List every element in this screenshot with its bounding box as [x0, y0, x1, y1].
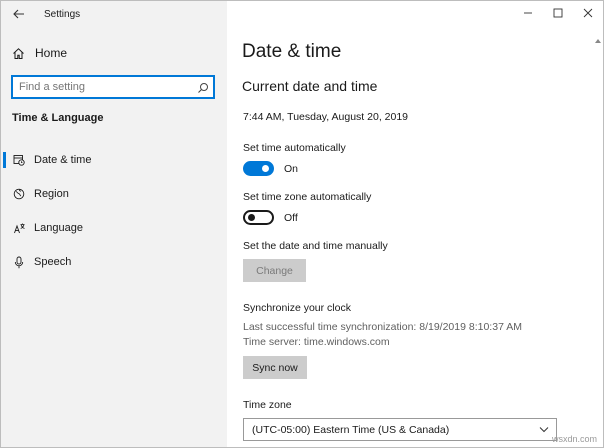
page-title: Date & time	[242, 41, 342, 62]
section-subheading: Current date and time	[242, 78, 378, 94]
settings-window: Settings Home Time & Language	[0, 0, 604, 448]
time-server-text: Time server: time.windows.com	[243, 336, 390, 348]
sidebar-item-label: Speech	[34, 256, 72, 268]
sidebar-item-region[interactable]: Region	[1, 182, 227, 206]
minimize-button[interactable]	[513, 1, 543, 25]
toggle-knob	[262, 165, 269, 172]
minimize-icon	[524, 12, 532, 14]
back-button[interactable]	[9, 5, 29, 23]
window-controls	[513, 1, 603, 27]
close-icon	[583, 8, 593, 18]
scroll-up-arrow[interactable]	[595, 39, 601, 43]
set-timezone-auto-row: Off	[243, 210, 298, 225]
sidebar-item-label: Date & time	[34, 154, 92, 166]
search-icon[interactable]	[197, 81, 209, 99]
set-time-auto-label: Set time automatically	[243, 142, 346, 154]
globe-icon	[12, 187, 26, 201]
language-icon	[12, 221, 26, 235]
sync-now-button[interactable]: Sync now	[243, 356, 307, 379]
toggle-knob	[248, 214, 255, 221]
set-timezone-auto-toggle[interactable]	[243, 210, 274, 225]
last-sync-text: Last successful time synchronization: 8/…	[243, 321, 522, 333]
app-title: Settings	[44, 9, 81, 20]
watermark: wsxdn.com	[551, 434, 597, 444]
change-button[interactable]: Change	[243, 259, 306, 282]
sync-heading: Synchronize your clock	[243, 302, 351, 314]
set-timezone-auto-label: Set time zone automatically	[243, 191, 372, 203]
sidebar-item-label: Region	[34, 188, 69, 200]
time-zone-label: Time zone	[243, 399, 292, 411]
maximize-icon	[553, 8, 563, 18]
sidebar-item-label: Language	[34, 222, 83, 234]
set-time-auto-toggle[interactable]	[243, 161, 274, 176]
set-time-auto-row: On	[243, 161, 298, 176]
toggle-state-label: Off	[284, 211, 298, 224]
main-content: Date & time Current date and time 7:44 A…	[227, 1, 603, 447]
sidebar-item-date-time[interactable]: Date & time	[1, 148, 227, 172]
title-bar: Settings	[1, 1, 227, 29]
sidebar: Settings Home Time & Language	[1, 1, 227, 447]
current-datetime: 7:44 AM, Tuesday, August 20, 2019	[243, 111, 409, 123]
close-button[interactable]	[573, 1, 603, 25]
sidebar-item-home[interactable]: Home	[11, 43, 67, 63]
date-time-icon	[12, 153, 26, 167]
sidebar-item-language[interactable]: Language	[1, 216, 227, 240]
time-zone-value: (UTC-05:00) Eastern Time (US & Canada)	[252, 423, 450, 436]
home-icon	[11, 46, 25, 60]
chevron-down-icon	[538, 423, 550, 438]
microphone-icon	[12, 255, 26, 269]
sidebar-item-speech[interactable]: Speech	[1, 250, 227, 274]
back-arrow-icon	[13, 9, 24, 19]
section-heading: Time & Language	[12, 112, 104, 124]
search-input[interactable]	[13, 77, 193, 97]
manual-date-label: Set the date and time manually	[243, 240, 388, 252]
home-label: Home	[35, 46, 68, 60]
maximize-button[interactable]	[543, 1, 573, 25]
time-zone-select[interactable]: (UTC-05:00) Eastern Time (US & Canada)	[243, 418, 557, 441]
search-box[interactable]	[11, 75, 215, 99]
toggle-state-label: On	[284, 162, 299, 175]
